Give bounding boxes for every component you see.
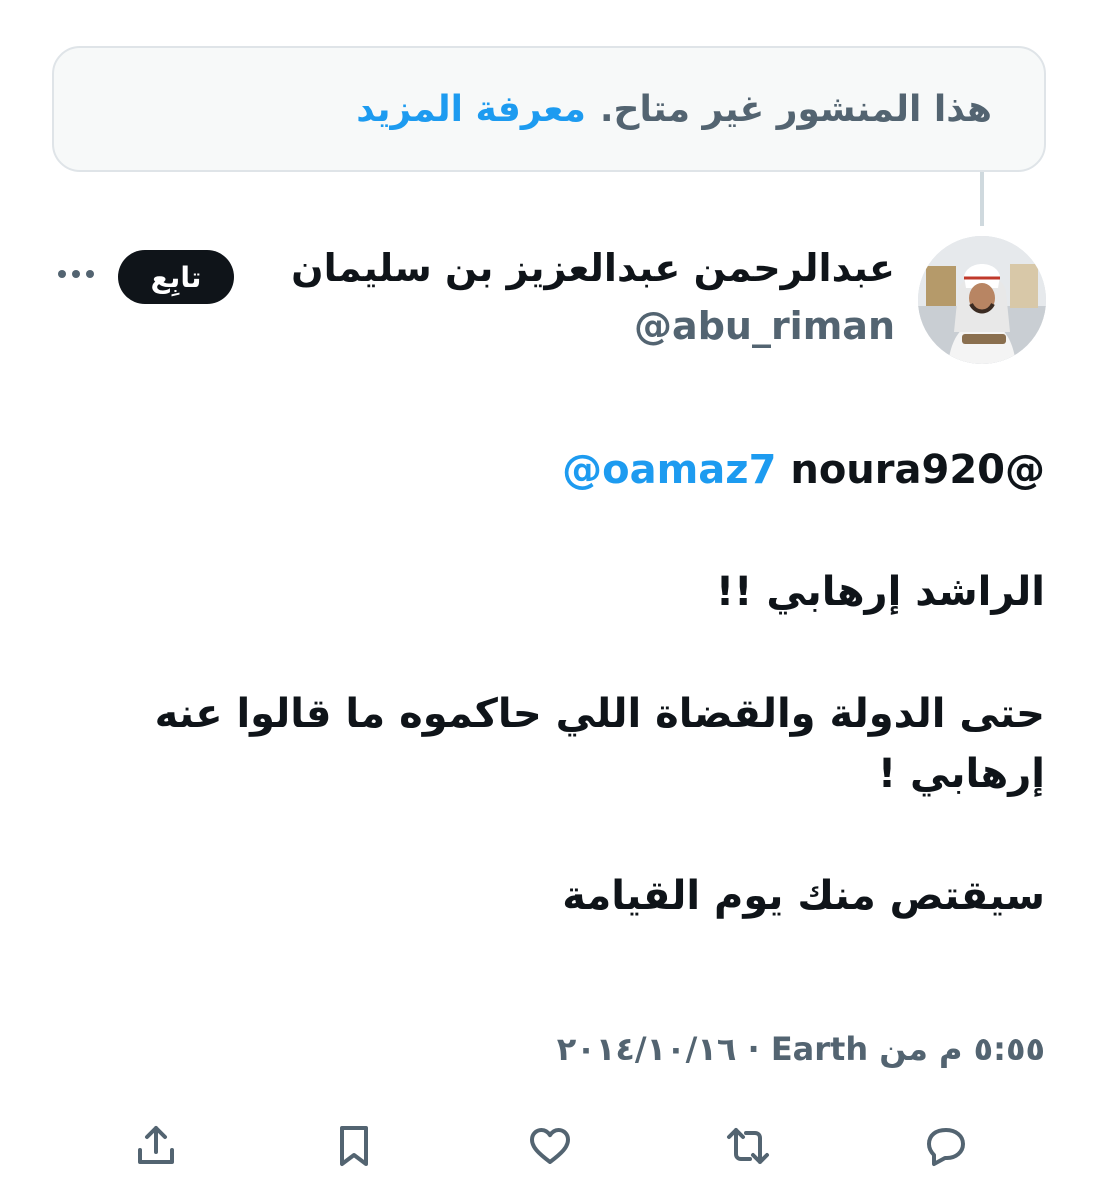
reply-icon — [927, 1128, 965, 1166]
tweet-line: حتى الدولة والقضاة اللي حاكموه ما قالوا … — [154, 691, 1045, 797]
tweet-text: @oamaz7 noura920@ الراشد إرهابي !! حتى ا… — [145, 440, 1045, 988]
author-display-name[interactable]: عبدالرحمن عبدالعزيز بن سليمان — [275, 246, 895, 290]
avatar-image-icon — [918, 236, 1046, 364]
learn-more-link[interactable]: معرفة المزيد — [356, 89, 586, 130]
reply-mentions: @oamaz7 noura920@ — [145, 440, 1045, 500]
share-icon — [138, 1126, 174, 1164]
avatar[interactable] — [918, 236, 1046, 364]
like-button[interactable] — [522, 1118, 578, 1174]
author-handle[interactable]: @abu_riman — [495, 304, 895, 348]
unavailable-post-notice: هذا المنشور غير متاح. معرفة المزيد — [52, 46, 1046, 172]
follow-button[interactable]: تابِع — [118, 250, 234, 304]
like-icon — [530, 1128, 570, 1164]
tweet-line: الراشد إرهابي !! — [715, 569, 1045, 615]
retweet-button[interactable] — [720, 1118, 776, 1174]
bookmark-icon — [340, 1126, 368, 1166]
tweet-page: هذا المنشور غير متاح. معرفة المزيد عبدال… — [0, 0, 1097, 1200]
share-button[interactable] — [128, 1118, 184, 1174]
tweet-actions-bar — [0, 1118, 1097, 1178]
bookmark-button[interactable] — [326, 1118, 382, 1174]
mention-link[interactable]: @oamaz7 — [562, 447, 776, 493]
mention-text: noura920@ — [790, 447, 1045, 493]
retweet-icon — [727, 1128, 769, 1164]
reply-button[interactable] — [918, 1118, 974, 1174]
more-options-icon[interactable] — [54, 252, 98, 296]
thread-connector-line — [980, 172, 984, 226]
notice-text: هذا المنشور غير متاح. — [599, 88, 992, 130]
tweet-line: سيقتص منك يوم القيامة — [562, 873, 1045, 919]
tweet-timestamp[interactable]: ٥:٥٥ م من Earth · ٢٠١٤/١٠/١٦ — [345, 1030, 1045, 1068]
